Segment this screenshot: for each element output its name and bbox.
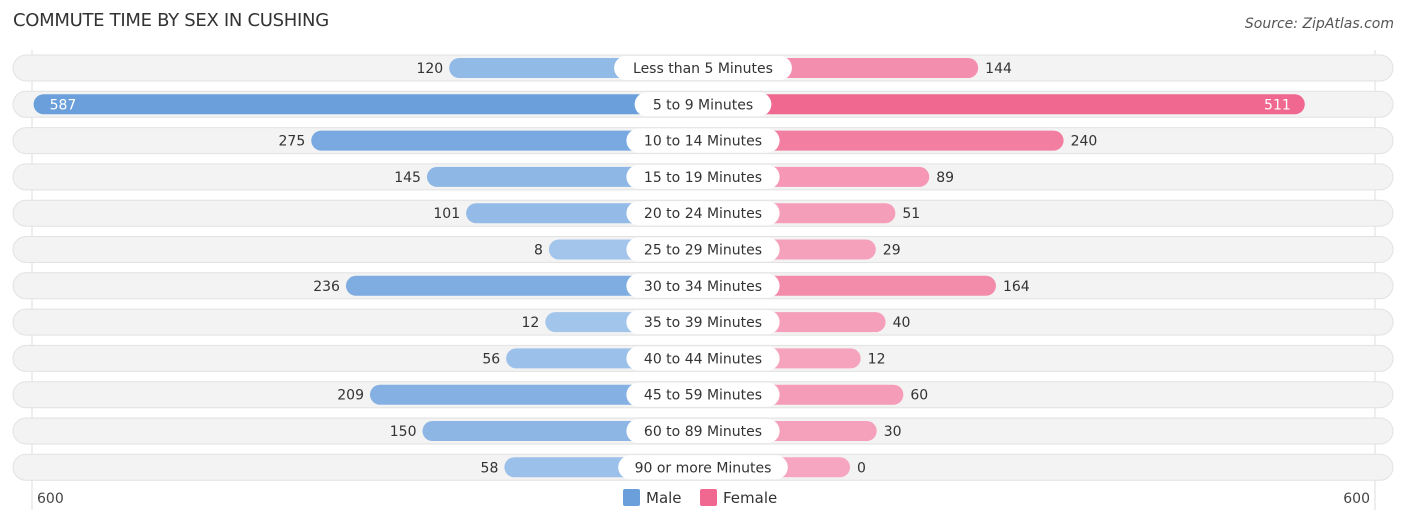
table-row: 5 to 9 Minutes 587 511	[12, 90, 1394, 118]
legend-male-swatch	[623, 489, 640, 506]
chart-svg: Less than 5 Minutes120 1445 to 9 Minutes5…	[12, 50, 1394, 510]
category-label: 60 to 89 Minutes	[644, 424, 762, 440]
table-row: 60 to 89 Minutes 150 30	[12, 417, 1394, 445]
legend-male-label: Male	[646, 489, 682, 507]
category-label: 25 to 29 Minutes	[644, 243, 762, 259]
female-bar	[703, 94, 1305, 115]
female-value-label: 164	[1003, 279, 1030, 295]
male-value-label: 58	[481, 460, 499, 476]
category-label: 45 to 59 Minutes	[644, 388, 762, 404]
male-value-label: 236	[313, 279, 340, 295]
male-value-label: 56	[482, 351, 500, 367]
table-row: 20 to 24 Minutes 101 51	[12, 199, 1394, 227]
chart-rows: Less than 5 Minutes120 1445 to 9 Minutes5…	[12, 50, 1394, 510]
table-row: 25 to 29 Minutes 8 29	[12, 236, 1394, 263]
female-value-label: 144	[985, 61, 1012, 77]
table-row: 30 to 34 Minutes 236 164	[12, 272, 1394, 300]
female-value-label: 89	[936, 170, 954, 186]
legend-female-label: Female	[723, 489, 777, 507]
category-label: 40 to 44 Minutes	[644, 351, 762, 367]
female-value-label: 40	[893, 315, 911, 331]
category-label: Less than 5 Minutes	[633, 61, 773, 77]
female-value-label: 511	[1264, 97, 1291, 113]
female-value-label: 12	[868, 351, 886, 367]
male-value-label: 587	[50, 97, 77, 113]
table-row: 90 or more Minutes 58 0	[12, 453, 1394, 481]
category-label: 15 to 19 Minutes	[644, 170, 762, 186]
female-value-label: 0	[857, 460, 866, 476]
table-row: 45 to 59 Minutes 209 60	[12, 381, 1394, 409]
female-value-label: 240	[1071, 134, 1098, 150]
male-value-label: 8	[534, 243, 543, 259]
axis-right-label: 600	[1343, 491, 1370, 507]
category-label: 90 or more Minutes	[635, 460, 772, 476]
male-value-label: 275	[279, 134, 306, 150]
male-value-label: 150	[390, 424, 417, 440]
female-value-label: 30	[884, 424, 902, 440]
table-row: Less than 5 Minutes 120 144	[12, 54, 1394, 82]
category-label: 10 to 14 Minutes	[644, 134, 762, 150]
table-row: 10 to 14 Minutes 275 240	[12, 127, 1394, 155]
table-row: 40 to 44 Minutes 56 12	[12, 344, 1394, 372]
category-label: 30 to 34 Minutes	[644, 279, 762, 295]
male-value-label: 209	[337, 388, 364, 404]
female-value-label: 51	[902, 206, 920, 222]
legend-female-swatch	[700, 489, 717, 506]
female-value-label: 29	[883, 243, 901, 259]
legend: Male Female	[623, 489, 777, 507]
axis-left-label: 600	[37, 491, 64, 507]
female-value-label: 60	[910, 388, 928, 404]
table-row: 15 to 19 Minutes 145 89	[12, 163, 1394, 191]
male-value-label: 120	[416, 61, 443, 77]
category-label: 5 to 9 Minutes	[653, 97, 753, 113]
male-value-label: 145	[394, 170, 421, 186]
table-row: 35 to 39 Minutes 12 40	[12, 308, 1394, 336]
category-label: 35 to 39 Minutes	[644, 315, 762, 331]
male-value-label: 12	[521, 315, 539, 331]
category-label: 20 to 24 Minutes	[644, 206, 762, 222]
male-value-label: 101	[433, 206, 460, 222]
male-bar	[33, 94, 703, 115]
